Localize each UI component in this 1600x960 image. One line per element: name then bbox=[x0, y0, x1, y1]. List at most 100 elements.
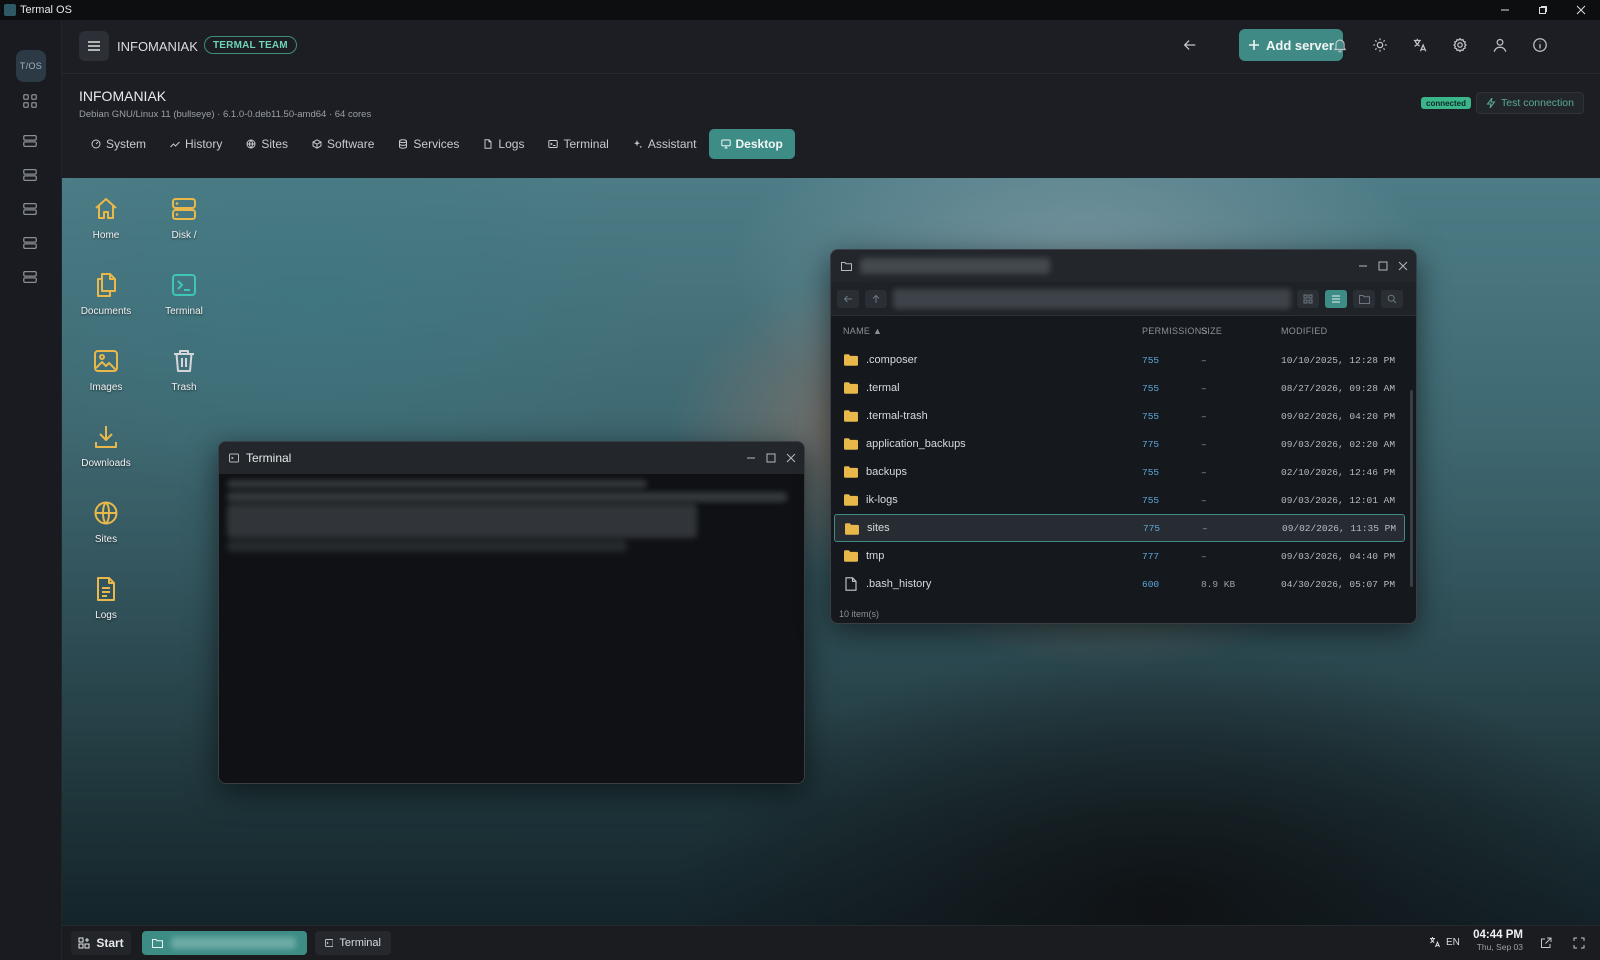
terminal-window-titlebar[interactable]: Terminal bbox=[219, 442, 804, 474]
file-row[interactable]: backups 755 – 02/10/2026, 12:46 PM bbox=[834, 458, 1405, 486]
info-icon[interactable] bbox=[1532, 37, 1550, 55]
taskbar-item-file-manager[interactable] bbox=[142, 931, 307, 955]
search-button[interactable] bbox=[1381, 289, 1403, 308]
tab-assistant[interactable]: Assistant bbox=[621, 129, 709, 159]
test-connection-button[interactable]: Test connection bbox=[1476, 92, 1584, 114]
tab-terminal[interactable]: Terminal bbox=[536, 129, 620, 159]
tab-logs[interactable]: Logs bbox=[471, 129, 536, 159]
download-icon bbox=[95, 426, 117, 448]
server-header: INFOMANIAK Debian GNU/Linux 11 (bullseye… bbox=[62, 74, 1600, 178]
terminal-icon bbox=[172, 274, 196, 296]
file-size: – bbox=[1201, 550, 1207, 562]
file-name: .termal bbox=[866, 382, 900, 394]
folder-plus-icon bbox=[1358, 294, 1370, 304]
file-row[interactable]: ik-logs 755 – 09/03/2026, 12:01 AM bbox=[834, 486, 1405, 514]
user-icon[interactable] bbox=[1492, 37, 1510, 55]
terminal-window[interactable]: Terminal bbox=[218, 441, 805, 784]
top-bar: INFOMANIAK TERMAL TEAM Add server bbox=[62, 20, 1600, 74]
file-manager-window[interactable]: NAME ▲ PERMISSIONS SIZE MODIFIED .compos… bbox=[830, 249, 1417, 624]
terminal-output[interactable] bbox=[219, 474, 804, 783]
file-row[interactable]: sites 775 – 09/02/2026, 11:35 PM bbox=[834, 514, 1405, 542]
file-row[interactable]: .termal 755 – 08/27/2026, 09:28 AM bbox=[834, 374, 1405, 402]
clock[interactable]: 04:44 PM Thu, Sep 03 bbox=[1470, 929, 1523, 952]
grid-icon[interactable] bbox=[22, 93, 40, 111]
desktop-area[interactable]: Home Disk / Documents Terminal Images Tr… bbox=[62, 178, 1600, 925]
hamburger-icon bbox=[88, 41, 100, 51]
fullscreen-icon[interactable] bbox=[1573, 937, 1585, 949]
path-input[interactable] bbox=[893, 288, 1291, 309]
close-icon[interactable] bbox=[1398, 261, 1408, 271]
file-count: 10 item(s) bbox=[839, 609, 880, 619]
database-icon bbox=[399, 139, 408, 149]
file-name: .termal-trash bbox=[866, 410, 928, 422]
tab-services[interactable]: Services bbox=[386, 129, 471, 159]
minimize-icon[interactable] bbox=[746, 453, 756, 463]
maximize-icon[interactable] bbox=[766, 453, 776, 463]
file-modified: 09/03/2026, 04:40 PM bbox=[1281, 550, 1396, 562]
server-icon[interactable] bbox=[22, 167, 40, 185]
file-name: .bash_history bbox=[866, 578, 932, 590]
desktop-icon-disk[interactable]: Disk / bbox=[154, 195, 214, 241]
file-size: – bbox=[1201, 354, 1207, 366]
desktop-icon-documents[interactable]: Documents bbox=[76, 271, 136, 317]
desktop-icon-home[interactable]: Home bbox=[76, 195, 136, 241]
bolt-icon bbox=[1486, 98, 1496, 108]
scrollbar[interactable] bbox=[1410, 390, 1413, 587]
tab-system[interactable]: System bbox=[79, 129, 158, 159]
gear-icon[interactable] bbox=[1452, 37, 1470, 55]
documents-icon bbox=[97, 273, 116, 297]
folder-icon bbox=[844, 550, 858, 562]
maximize-icon[interactable] bbox=[1378, 261, 1388, 271]
external-link-icon[interactable] bbox=[1540, 937, 1552, 949]
desktop-icon-downloads[interactable]: Downloads bbox=[76, 423, 136, 469]
server-icon[interactable] bbox=[22, 201, 40, 219]
logo[interactable]: T/OS bbox=[16, 50, 46, 82]
server-icon[interactable] bbox=[22, 235, 40, 253]
desktop-icon-trash[interactable]: Trash bbox=[154, 347, 214, 393]
up-button[interactable] bbox=[865, 289, 887, 308]
desktop-icon-images[interactable]: Images bbox=[76, 347, 136, 393]
tab-label: Terminal bbox=[563, 137, 609, 151]
close-icon[interactable] bbox=[786, 453, 796, 463]
grid-view-button[interactable] bbox=[1297, 289, 1319, 308]
bell-icon[interactable] bbox=[1332, 37, 1350, 55]
tab-sites[interactable]: Sites bbox=[234, 129, 300, 159]
col-permissions[interactable]: PERMISSIONS bbox=[1142, 326, 1208, 336]
minimize-icon[interactable] bbox=[1358, 261, 1368, 271]
start-button[interactable]: Start bbox=[71, 931, 131, 955]
translate-icon[interactable] bbox=[1412, 37, 1430, 55]
back-arrow-icon[interactable] bbox=[1182, 37, 1200, 55]
back-button[interactable] bbox=[837, 289, 859, 308]
menu-button[interactable] bbox=[79, 31, 109, 61]
globe-icon bbox=[94, 501, 118, 525]
language-selector[interactable]: EN bbox=[1429, 936, 1460, 948]
desktop-icon-label: Disk / bbox=[171, 230, 197, 241]
close-icon[interactable] bbox=[1562, 0, 1600, 20]
col-modified[interactable]: MODIFIED bbox=[1281, 326, 1327, 336]
col-name[interactable]: NAME ▲ bbox=[843, 326, 882, 336]
tab-desktop[interactable]: Desktop bbox=[708, 129, 795, 159]
col-size[interactable]: SIZE bbox=[1201, 326, 1222, 336]
file-row[interactable]: .bash_history 600 8.9 KB 04/30/2026, 05:07 … bbox=[834, 570, 1405, 596]
file-row[interactable]: application_backups 775 – 09/03/2026, 02:20… bbox=[834, 430, 1405, 458]
file-row[interactable]: tmp 777 – 09/03/2026, 04:40 PM bbox=[834, 542, 1405, 570]
tab-software[interactable]: Software bbox=[300, 129, 386, 159]
server-icon[interactable] bbox=[22, 269, 40, 287]
desktop-icon-terminal[interactable]: Terminal bbox=[154, 271, 214, 317]
desktop-icon-logs[interactable]: Logs bbox=[76, 575, 136, 621]
desktop-icon-label: Documents bbox=[80, 306, 132, 317]
add-server-button[interactable]: Add server bbox=[1239, 29, 1343, 61]
file-manager-titlebar[interactable] bbox=[831, 250, 1416, 282]
taskbar-item-terminal[interactable]: Terminal bbox=[315, 931, 391, 955]
file-row[interactable]: .termal-trash 755 – 09/02/2026, 04:20 PM bbox=[834, 402, 1405, 430]
list-view-button[interactable] bbox=[1325, 289, 1347, 308]
new-folder-button[interactable] bbox=[1353, 289, 1375, 308]
sun-icon[interactable] bbox=[1372, 37, 1390, 55]
tab-history[interactable]: History bbox=[158, 129, 234, 159]
file-row[interactable]: .composer 755 – 10/10/2025, 12:28 PM bbox=[834, 346, 1405, 374]
minimize-icon[interactable] bbox=[1486, 0, 1524, 20]
test-connection-label: Test connection bbox=[1501, 97, 1574, 109]
desktop-icon-sites[interactable]: Sites bbox=[76, 499, 136, 545]
server-icon[interactable] bbox=[22, 133, 40, 151]
restore-icon[interactable] bbox=[1524, 0, 1562, 20]
